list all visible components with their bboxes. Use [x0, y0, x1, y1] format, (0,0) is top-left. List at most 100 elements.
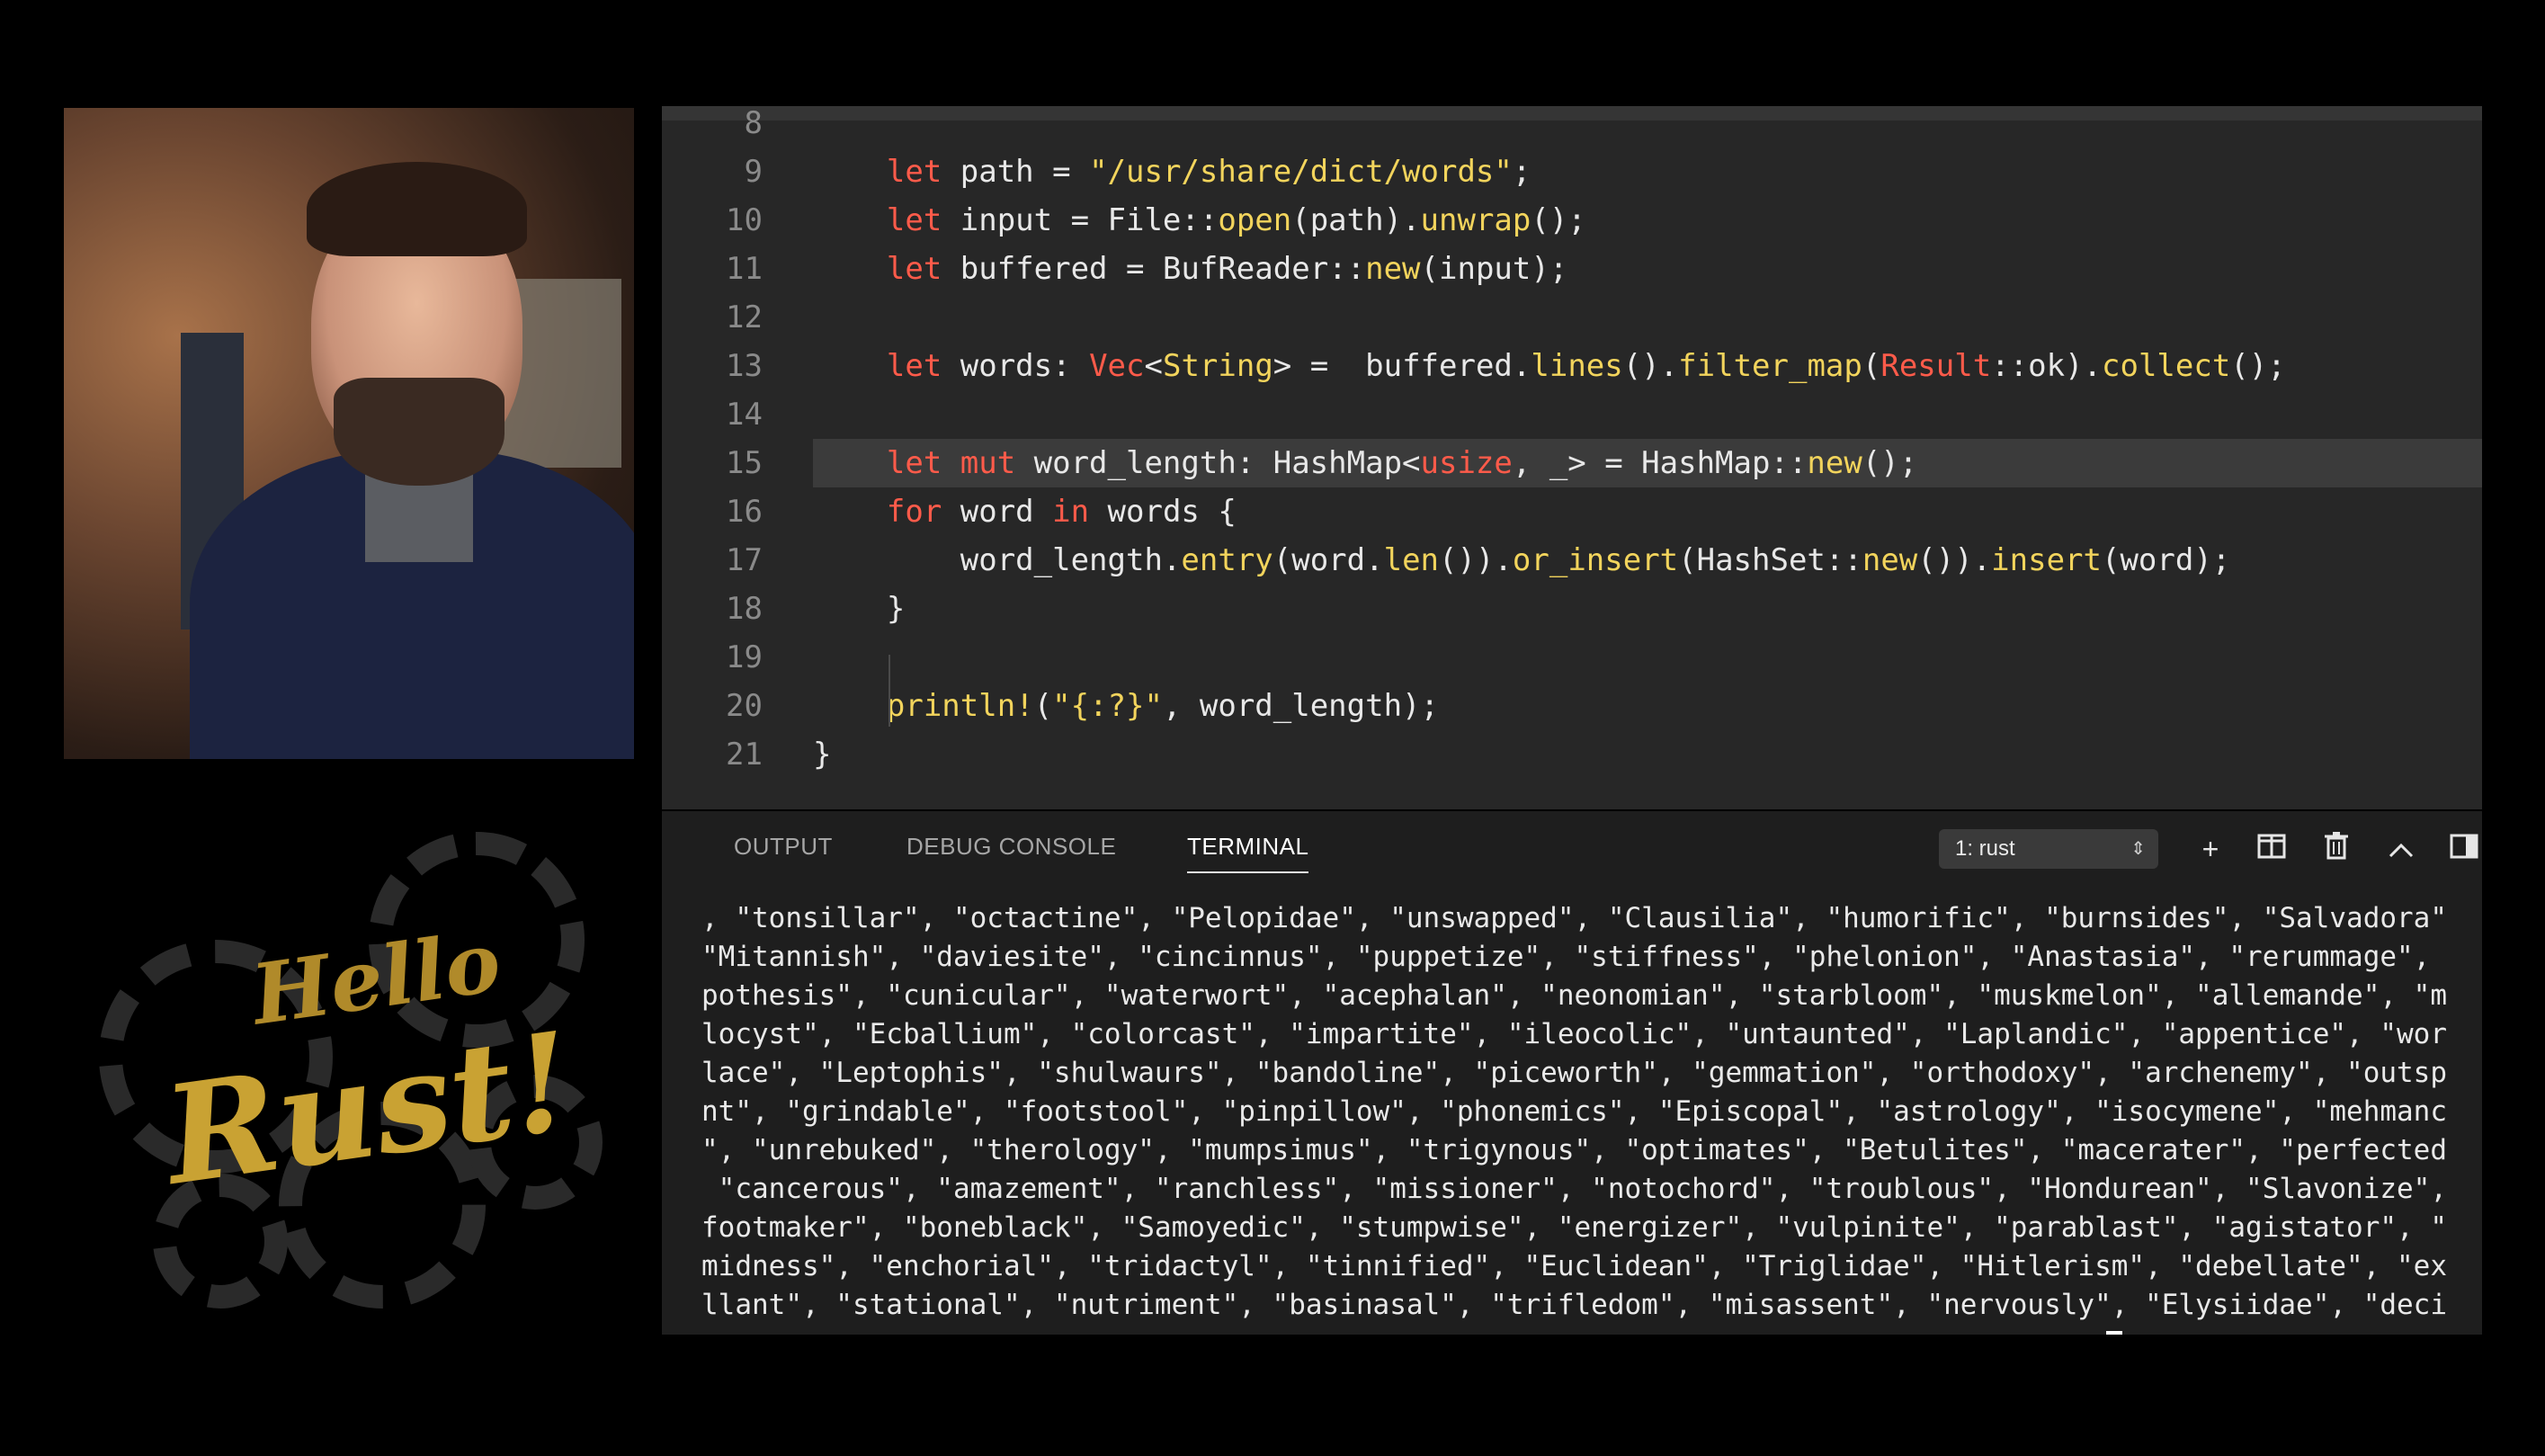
code-token: buffered = BufReader::: [960, 251, 1366, 287]
code-token: words:: [960, 348, 1090, 384]
code-token: }: [813, 591, 906, 627]
code-token: (input);: [1420, 251, 1568, 287]
code-token: for: [813, 494, 960, 530]
code-token: "{:?}": [1052, 688, 1163, 724]
code-token: in: [1052, 494, 1108, 530]
terminal-line: lace", "Leptophis", "shulwaurs", "bandol…: [701, 1057, 2448, 1089]
code-line[interactable]: 14: [662, 390, 2482, 439]
split-icon[interactable]: [2254, 831, 2290, 867]
code-token: new: [1807, 445, 1862, 481]
code-token: (HashSet::: [1678, 542, 1862, 578]
code-editor[interactable]: 89 let path = "/usr/share/dict/words"; 10…: [662, 106, 2482, 809]
code-token: <: [1144, 348, 1163, 384]
code-token: unwrap: [1420, 202, 1531, 238]
code-token: path =: [960, 154, 1090, 190]
code-line[interactable]: 21}: [662, 730, 2482, 779]
code-token: let: [813, 348, 960, 384]
code-token: new: [1862, 542, 1918, 578]
indent-guide: [889, 655, 890, 727]
code-token: Result: [1880, 348, 1992, 384]
code-token: ();: [2230, 348, 2286, 384]
terminal-line: footmaker", "boneblack", "Samoyedic", "s…: [701, 1211, 2448, 1244]
code-token: word_length: HashMap<: [1033, 445, 1421, 481]
code-token: ()).: [1439, 542, 1513, 578]
trash-icon[interactable]: [2318, 831, 2354, 867]
line-number: 9: [744, 154, 763, 190]
terminal-line: locyst", "Ecballium", "colorcast", "impa…: [701, 1018, 2448, 1050]
code-token: filter_map: [1678, 348, 1862, 384]
code-line[interactable]: 19: [662, 633, 2482, 682]
code-token: insert: [1991, 542, 2102, 578]
code-text: }: [813, 730, 831, 779]
code-token: ()).: [1917, 542, 1992, 578]
code-line[interactable]: 8: [662, 106, 2482, 147]
tab-debug-console[interactable]: DEBUG CONSOLE: [906, 833, 1116, 861]
webcam-video: [64, 108, 634, 759]
code-token: let: [813, 154, 960, 190]
line-number: 16: [726, 494, 763, 530]
line-number: 18: [726, 591, 763, 627]
code-token: (: [1862, 348, 1881, 384]
terminal-line: "cancerous", "amazement", "ranchless", "…: [701, 1173, 2448, 1205]
code-token: open: [1218, 202, 1292, 238]
code-line[interactable]: 18 }: [662, 585, 2482, 633]
code-text: let buffered = BufReader::new(input);: [813, 245, 1567, 293]
code-token: > = buffered.: [1272, 348, 1531, 384]
code-token: ();: [1862, 445, 1918, 481]
tab-terminal[interactable]: TERMINAL: [1187, 833, 1309, 873]
code-line[interactable]: 11 let buffered = BufReader::new(input);: [662, 245, 2482, 293]
plus-icon[interactable]: +: [2192, 831, 2228, 867]
line-number: 13: [726, 348, 763, 384]
code-line[interactable]: 15 let mut word_length: HashMap<usize, _…: [726, 439, 2482, 487]
presenter-beard: [334, 378, 505, 486]
tab-output[interactable]: OUTPUT: [734, 833, 833, 861]
terminal-select-value: 1: rust: [1955, 836, 2015, 861]
terminal-line: pothesis", "cunicular", "waterwort", "ac…: [701, 979, 2448, 1012]
terminal-prompt-line[interactable]: [701, 1325, 2482, 1335]
code-token: }: [813, 737, 832, 773]
code-text: println!("{:?}", word_length);: [813, 682, 1439, 730]
code-token: println!: [813, 688, 1034, 724]
code-token: let: [813, 202, 960, 238]
code-token: String: [1162, 348, 1273, 384]
line-number: 21: [726, 737, 763, 773]
code-token: or_insert: [1512, 542, 1679, 578]
code-token: words {: [1107, 494, 1237, 530]
code-line[interactable]: 20 println!("{:?}", word_length);: [662, 682, 2482, 730]
code-token: word_length.: [813, 542, 1182, 578]
presenter-neck: [365, 472, 473, 562]
code-token: word: [960, 494, 1053, 530]
line-number: 11: [726, 251, 763, 287]
line-number: 15: [726, 445, 763, 481]
code-line[interactable]: 12: [662, 293, 2482, 342]
code-line[interactable]: 13 let words: Vec<String> = buffered.lin…: [662, 342, 2482, 390]
code-token: let mut: [813, 445, 1034, 481]
line-number: 10: [726, 202, 763, 238]
code-text: let path = "/usr/share/dict/words";: [813, 147, 1531, 196]
code-text: for word in words {: [813, 487, 1237, 536]
code-line[interactable]: 9 let path = "/usr/share/dict/words";: [662, 147, 2482, 196]
code-token: ().: [1622, 348, 1679, 384]
chevron-up-icon[interactable]: [2383, 831, 2419, 867]
code-token: , word_length);: [1162, 688, 1439, 724]
terminal-line: midness", "enchorial", "tridactyl", "tin…: [701, 1250, 2448, 1282]
line-number: 20: [726, 688, 763, 724]
code-token: (path).: [1291, 202, 1421, 238]
code-token: Vec: [1089, 348, 1145, 384]
panel-icon[interactable]: [2446, 831, 2482, 867]
terminal-select[interactable]: 1: rust ⇕: [1939, 829, 2158, 869]
code-token: lines: [1531, 348, 1623, 384]
code-line[interactable]: 10 let input = File::open(path).unwrap()…: [662, 196, 2482, 245]
code-token: collect: [2102, 348, 2231, 384]
code-token: usize: [1420, 445, 1513, 481]
code-text: let input = File::open(path).unwrap();: [813, 196, 1586, 245]
code-text: word_length.entry(word.len()).or_insert(…: [813, 536, 2231, 585]
line-number: 19: [726, 639, 763, 675]
code-text: let words: Vec<String> = buffered.lines(…: [813, 342, 2286, 390]
bottom-panel: OUTPUT DEBUG CONSOLE TERMINAL 1: rust ⇕ …: [662, 811, 2482, 1335]
terminal-output[interactable]: , "tonsillar", "octactine", "Pelopidae",…: [701, 899, 2482, 1335]
terminal-line: nt", "grindable", "footstool", "pinpillo…: [701, 1095, 2448, 1128]
code-line[interactable]: 17 word_length.entry(word.len()).or_inse…: [662, 536, 2482, 585]
code-line[interactable]: 16 for word in words {: [662, 487, 2482, 536]
hello-rust-logo: Hello Rust!: [99, 832, 603, 1318]
